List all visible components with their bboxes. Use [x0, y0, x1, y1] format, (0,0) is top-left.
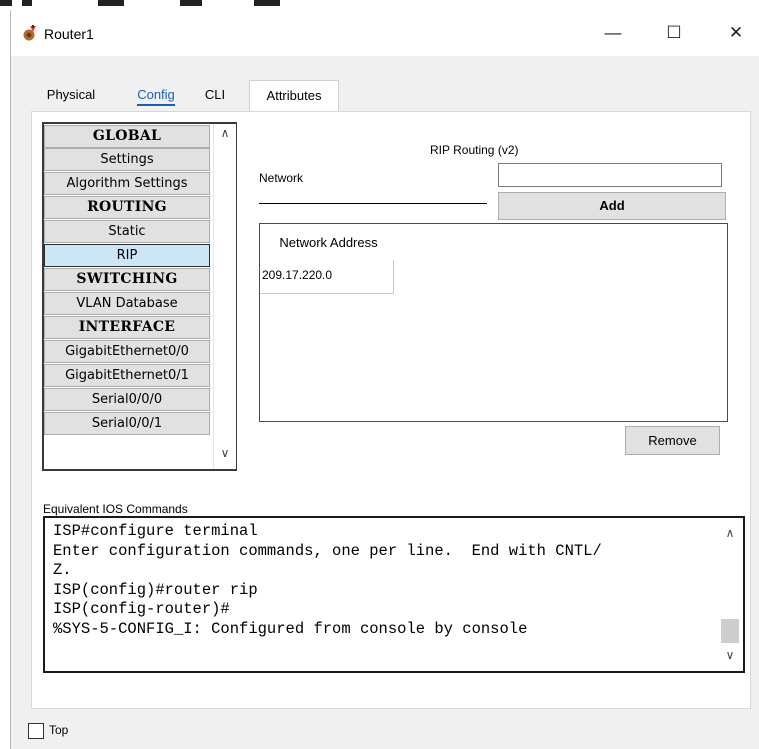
network-address-row[interactable]: 209.17.220.0	[260, 260, 394, 294]
network-address-table: Network Address 209.17.220.0	[259, 223, 728, 422]
network-input[interactable]	[498, 163, 722, 187]
network-address-header: Network Address	[265, 229, 392, 257]
parent-toolbar-strip	[0, 0, 759, 10]
tab-label: Config	[137, 86, 175, 106]
minimize-button[interactable]: —	[590, 10, 636, 56]
tab-physical[interactable]: Physical	[41, 80, 101, 110]
title-bar[interactable]: Router1 — ☐ ✕	[11, 10, 759, 56]
tab-attributes[interactable]: Attributes	[249, 80, 339, 113]
toolbar-edge	[180, 0, 202, 6]
toolbar-edge	[254, 0, 280, 6]
scroll-down-icon[interactable]: ∨	[719, 648, 741, 662]
rip-section-title: RIP Routing (v2)	[430, 143, 519, 157]
nav-item-settings[interactable]: Settings	[44, 148, 210, 171]
network-label: Network	[259, 171, 304, 185]
tab-label: CLI	[204, 87, 226, 102]
scroll-down-icon[interactable]: ∨	[214, 446, 236, 460]
router-config-window: Router1 — ☐ ✕ Physical Config CLI Attrib…	[10, 10, 759, 749]
nav-header-switching: SWITCHING	[44, 268, 210, 291]
ios-commands-label: Equivalent IOS Commands	[43, 502, 188, 516]
add-button[interactable]: Add	[498, 192, 726, 220]
nav-header-interface: INTERFACE	[44, 316, 210, 339]
window-title: Router1	[44, 26, 94, 42]
config-nav-list: GLOBAL Settings Algorithm Settings ROUTI…	[44, 124, 213, 469]
nav-header-global: GLOBAL	[44, 125, 210, 148]
config-panel: GLOBAL Settings Algorithm Settings ROUTI…	[31, 111, 751, 709]
nav-item-gigabitethernet0-0[interactable]: GigabitEthernet0/0	[44, 340, 210, 363]
ios-scrollbar[interactable]: ∧ ∨	[717, 518, 743, 671]
scroll-up-icon[interactable]: ∧	[719, 526, 741, 540]
scrollbar-thumb[interactable]	[721, 619, 739, 643]
nav-header-routing: ROUTING	[44, 196, 210, 219]
toolbar-edge	[98, 0, 124, 6]
remove-button[interactable]: Remove	[625, 426, 720, 455]
top-checkbox-label: Top	[49, 723, 69, 737]
tab-label: Physical	[46, 87, 96, 102]
nav-scrollbar[interactable]: ∧ ∨	[213, 124, 236, 469]
router-icon	[23, 25, 36, 41]
config-nav: GLOBAL Settings Algorithm Settings ROUTI…	[42, 122, 237, 471]
scroll-up-icon[interactable]: ∧	[214, 126, 236, 140]
toolbar-edge	[0, 0, 12, 6]
ios-commands-console[interactable]: ISP#configure terminal Enter configurati…	[43, 516, 745, 673]
nav-item-rip[interactable]: RIP	[44, 244, 210, 267]
tab-cli[interactable]: CLI	[201, 80, 229, 110]
maximize-button[interactable]: ☐	[651, 10, 697, 56]
close-button[interactable]: ✕	[713, 10, 759, 56]
network-divider	[259, 203, 487, 204]
nav-item-algorithm-settings[interactable]: Algorithm Settings	[44, 172, 210, 195]
nav-item-serial0-0-1[interactable]: Serial0/0/1	[44, 412, 210, 435]
toolbar-edge	[22, 0, 32, 6]
top-checkbox[interactable]	[28, 723, 44, 739]
nav-item-vlan-database[interactable]: VLAN Database	[44, 292, 210, 315]
tab-label: Attributes	[266, 88, 322, 103]
nav-item-serial0-0-0[interactable]: Serial0/0/0	[44, 388, 210, 411]
nav-item-static[interactable]: Static	[44, 220, 210, 243]
tab-config[interactable]: Config	[131, 80, 181, 110]
nav-item-gigabitethernet0-1[interactable]: GigabitEthernet0/1	[44, 364, 210, 387]
ios-commands-text: ISP#configure terminal Enter configurati…	[53, 522, 602, 638]
